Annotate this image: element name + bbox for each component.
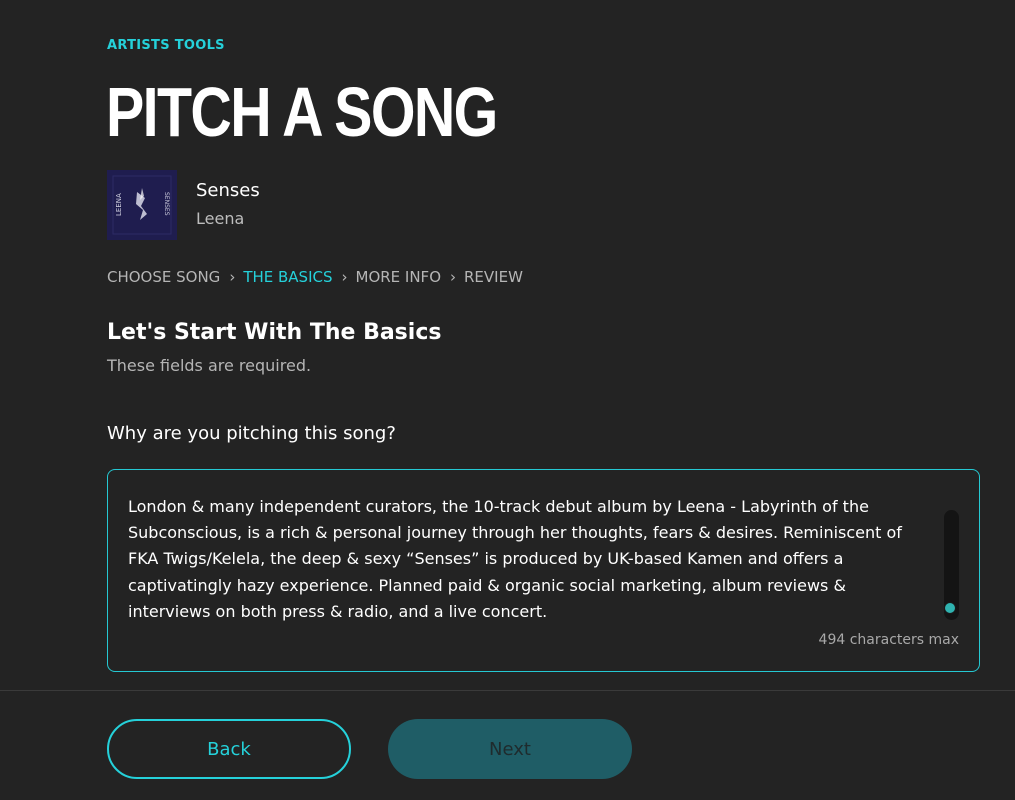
svg-text:LEENA: LEENA (115, 193, 123, 216)
section-eyebrow: ARTISTS TOOLS (107, 38, 225, 53)
chevron-right-icon: › (229, 268, 236, 286)
selected-song: LEENA SENSES Senses Leena (107, 170, 260, 240)
chevron-right-icon: › (341, 268, 348, 286)
album-art: LEENA SENSES (107, 170, 177, 240)
pitch-reason-text[interactable]: London & many independent curators, the … (128, 494, 928, 625)
section-subtitle: These fields are required. (107, 356, 312, 375)
svg-text:SENSES: SENSES (163, 192, 170, 216)
next-button[interactable]: Next (388, 719, 632, 779)
resize-handle-icon[interactable] (944, 602, 956, 614)
song-artist: Leena (196, 209, 245, 228)
pitch-song-page: ARTISTS TOOLS PITCH A SONG LEENA SENSES … (0, 0, 1015, 800)
step-more-info[interactable]: MORE INFO (356, 268, 442, 286)
character-counter: 494 characters max (818, 632, 959, 648)
song-title: Senses (196, 180, 260, 201)
step-review[interactable]: REVIEW (464, 268, 523, 286)
section-title: Let's Start With The Basics (107, 320, 442, 345)
step-the-basics[interactable]: THE BASICS (243, 268, 332, 286)
footer-divider (0, 690, 1015, 691)
pitch-reason-textarea[interactable]: London & many independent curators, the … (107, 469, 980, 672)
progress-breadcrumb: CHOOSE SONG › THE BASICS › MORE INFO › R… (107, 268, 523, 286)
chevron-right-icon: › (450, 268, 456, 286)
step-choose-song[interactable]: CHOOSE SONG (107, 268, 220, 286)
pitch-question-label: Why are you pitching this song? (107, 423, 396, 444)
page-title: PITCH A SONG (106, 73, 498, 151)
back-button[interactable]: Back (107, 719, 351, 779)
